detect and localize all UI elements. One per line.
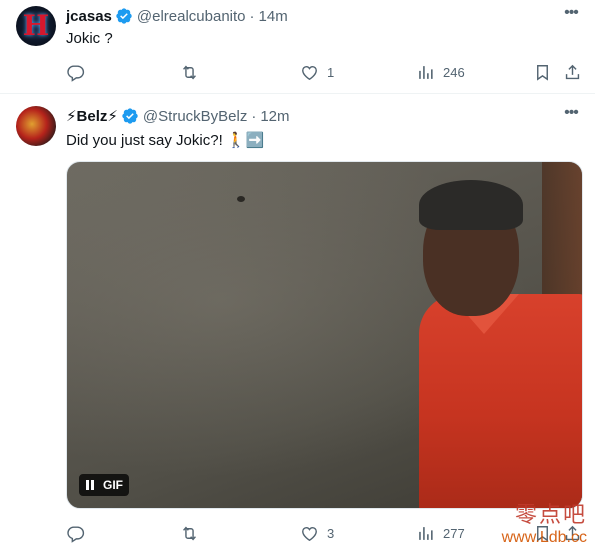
bookmark-button[interactable] (533, 62, 552, 82)
heart-icon (302, 526, 317, 541)
reply-button[interactable] (66, 523, 93, 543)
handle[interactable]: @elrealcubanito (137, 8, 246, 25)
reply-icon (67, 525, 85, 543)
reply-icon (67, 64, 85, 82)
gif-pause-button[interactable]: GIF (79, 474, 129, 496)
verified-badge-icon (116, 8, 132, 24)
gif-media[interactable]: GIF (66, 161, 583, 509)
action-bar: 1 246 (66, 62, 581, 82)
verified-badge-icon (122, 108, 138, 124)
tweet-text: Jokic ? (66, 30, 113, 47)
timestamp[interactable]: 14m (259, 8, 288, 25)
gif-label: GIF (103, 478, 123, 492)
views-button[interactable]: 277 (416, 523, 465, 543)
repost-icon (183, 64, 196, 80)
view-count: 277 (443, 525, 465, 541)
site-watermark: 零点吧 www.Ldb.cc (502, 497, 587, 547)
handle[interactable]: @StruckByBelz (143, 108, 247, 125)
views-chart-icon (419, 526, 433, 540)
like-button[interactable]: 3 (300, 523, 334, 543)
more-options-icon[interactable]: ••• (561, 5, 581, 26)
views-button[interactable]: 246 (416, 62, 465, 82)
tweet[interactable]: ⚡Belz⚡ @StruckByBelz · 12m ••• Did you j… (0, 94, 595, 549)
like-count: 3 (327, 525, 335, 541)
avatar-logo: H (22, 9, 50, 42)
share-button[interactable] (563, 62, 582, 82)
share-icon (565, 64, 580, 79)
avatar[interactable]: H (16, 6, 56, 46)
reply-button[interactable] (66, 62, 93, 82)
tweet[interactable]: H jcasas @elrealcubanito · 14m ••• Jokic… (0, 0, 595, 94)
display-name[interactable]: ⚡Belz⚡ (66, 107, 118, 125)
tweet-header: ⚡Belz⚡ @StruckByBelz · 12m (66, 106, 290, 126)
views-chart-icon (419, 65, 433, 79)
pause-icon (85, 480, 95, 490)
gif-frame-person-shirt (419, 294, 582, 508)
like-count: 1 (327, 64, 335, 80)
like-button[interactable]: 1 (300, 62, 334, 82)
gif-frame-person-hair (419, 180, 523, 230)
watermark-line-1: 零点吧 (514, 503, 587, 528)
timestamp[interactable]: 12m (260, 108, 289, 125)
more-options-icon[interactable]: ••• (561, 105, 581, 126)
tweet-header: jcasas @elrealcubanito · 14m (66, 6, 288, 26)
tweet-text: Did you just say Jokic?! 🚶➡️ (66, 132, 265, 149)
bookmark-icon (537, 64, 548, 81)
watermark-line-2: www.Ldb.cc (501, 529, 587, 546)
heart-icon (302, 65, 317, 80)
repost-button[interactable] (180, 523, 207, 543)
repost-icon (183, 525, 196, 541)
display-name[interactable]: jcasas (66, 8, 112, 25)
view-count: 246 (443, 64, 465, 80)
avatar[interactable] (16, 106, 56, 146)
separator-dot: · (251, 107, 257, 125)
separator-dot: · (249, 7, 255, 25)
repost-button[interactable] (180, 62, 207, 82)
gif-frame-detail (237, 196, 245, 202)
